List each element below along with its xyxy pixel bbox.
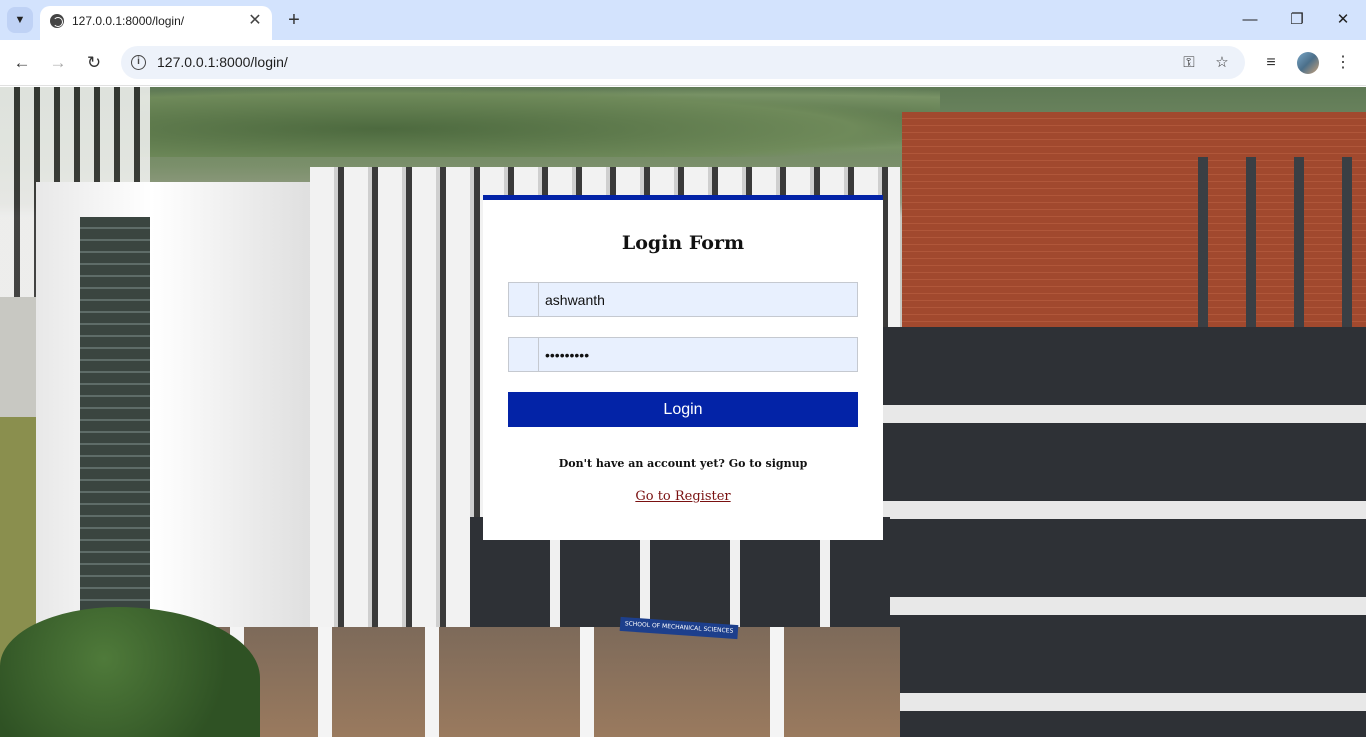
background-plaza xyxy=(150,627,900,737)
register-link[interactable]: Go to Register xyxy=(483,489,883,504)
login-card: Login Form Login Don't have an account y… xyxy=(483,195,883,540)
address-bar[interactable]: i 127.0.0.1:8000/login/ ⚿ ☆ xyxy=(121,46,1245,79)
username-input[interactable] xyxy=(545,283,851,316)
star-icon[interactable]: ☆ xyxy=(1212,53,1232,73)
arrow-left-icon: ← xyxy=(13,53,31,72)
background-pillar xyxy=(580,627,594,737)
background-trees xyxy=(140,87,940,157)
close-icon: ✕ xyxy=(1336,11,1350,28)
tab-title: 127.0.0.1:8000/login/ xyxy=(72,14,185,28)
reload-icon: ↻ xyxy=(86,53,102,72)
restore-icon: ❐ xyxy=(1290,11,1304,28)
close-window-button[interactable]: ✕ xyxy=(1331,8,1355,32)
new-tab-button[interactable]: + xyxy=(283,9,305,31)
profile-avatar[interactable] xyxy=(1297,52,1319,74)
password-field[interactable] xyxy=(508,337,858,372)
tab-strip: ▼ 127.0.0.1:8000/login/ ✕ + — ❐ ✕ xyxy=(0,0,1366,40)
background-floors xyxy=(880,327,1366,737)
background-pillar xyxy=(318,627,332,737)
restore-button[interactable]: ❐ xyxy=(1285,8,1309,32)
background-brick-windows xyxy=(1180,157,1366,337)
active-tab[interactable]: 127.0.0.1:8000/login/ ✕ xyxy=(40,6,272,40)
minimize-icon: — xyxy=(1242,11,1258,28)
tab-search-button[interactable]: ▼ xyxy=(7,7,33,33)
password-input[interactable] xyxy=(545,338,851,371)
form-title: Login Form xyxy=(621,232,745,254)
globe-icon xyxy=(50,14,64,28)
background-pillar xyxy=(425,627,439,737)
url-text[interactable]: 127.0.0.1:8000/login/ xyxy=(157,54,288,70)
reload-button[interactable]: ↻ xyxy=(82,51,106,75)
username-field[interactable] xyxy=(508,282,858,317)
browser-toolbar: ← → ↻ i 127.0.0.1:8000/login/ ⚿ ☆ ≡ ⋮ xyxy=(0,40,1366,86)
background-glass-facade xyxy=(80,217,150,667)
more-menu-icon[interactable]: ⋮ xyxy=(1331,51,1355,75)
site-info-icon[interactable]: i xyxy=(131,55,146,70)
close-tab-icon[interactable]: ✕ xyxy=(246,12,264,30)
signup-prompt: Don't have an account yet? Go to signup xyxy=(558,457,808,470)
minimize-button[interactable]: — xyxy=(1238,8,1262,32)
login-button[interactable]: Login xyxy=(508,392,858,427)
background-pillar xyxy=(770,627,784,737)
key-icon[interactable]: ⚿ xyxy=(1179,53,1199,73)
chevron-down-icon: ▼ xyxy=(14,14,26,26)
arrow-right-icon: → xyxy=(49,53,67,72)
media-controls-icon[interactable]: ≡ xyxy=(1259,51,1283,75)
password-prefix xyxy=(509,338,539,371)
forward-button[interactable]: → xyxy=(46,51,70,75)
back-button[interactable]: ← xyxy=(10,51,34,75)
username-prefix xyxy=(509,283,539,316)
